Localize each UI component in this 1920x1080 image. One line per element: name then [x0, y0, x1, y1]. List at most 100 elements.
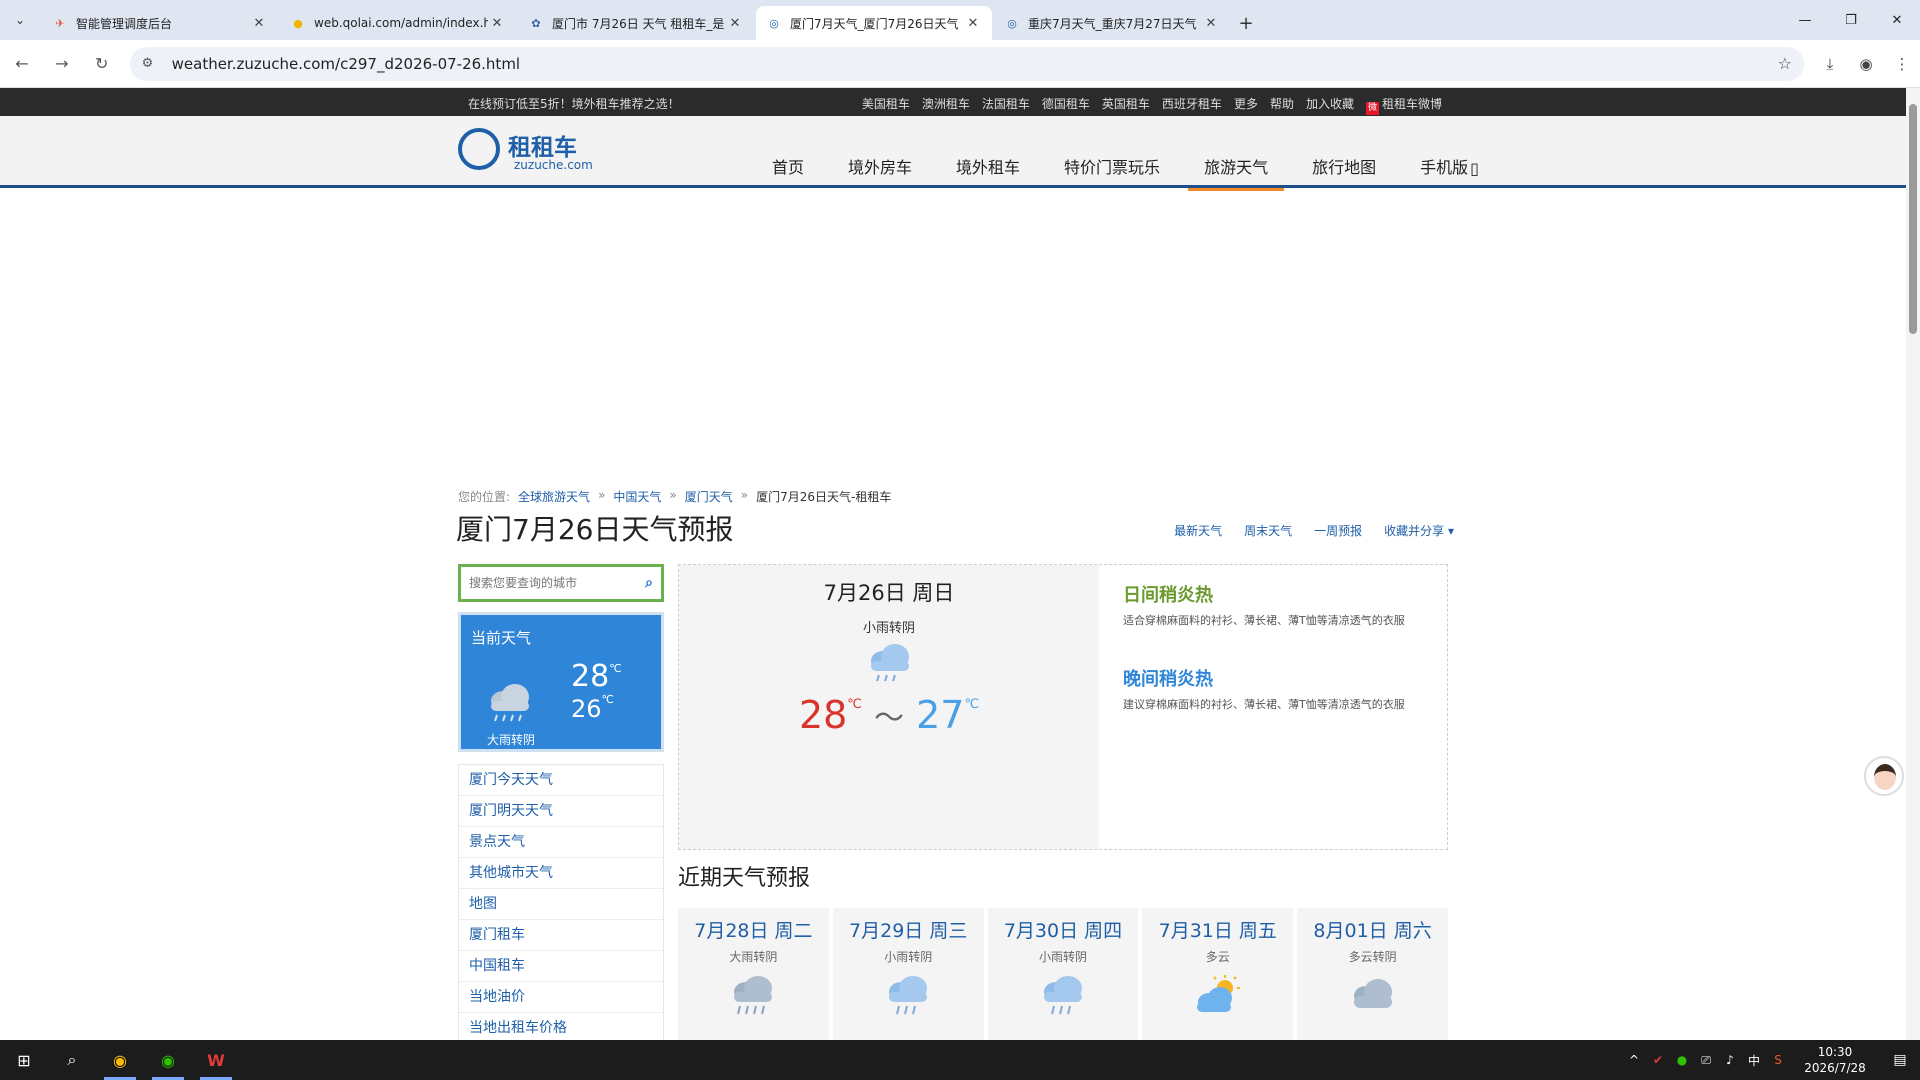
tray-app-icon[interactable]: ✔ — [1646, 1053, 1670, 1067]
download-button[interactable]: ⤓ — [1812, 46, 1848, 82]
close-icon[interactable]: ✕ — [250, 16, 268, 31]
top-link[interactable]: 加入收藏 — [1306, 95, 1354, 115]
nav-item-home[interactable]: 首页 — [750, 116, 826, 188]
clothing-tips: 日间稍炎热 适合穿棉麻面料的衬衫、薄长裙、薄T恤等清凉透气的衣服 晚间稍炎热 建… — [1123, 581, 1413, 749]
breadcrumb-link[interactable]: 全球旅游天气 — [518, 488, 590, 505]
tab-title: 厦门7月天气_厦门7月26日天气 — [790, 16, 959, 31]
latest-weather-link[interactable]: 最新天气 — [1174, 522, 1222, 539]
search-icon[interactable]: ⌕ — [645, 575, 653, 591]
chat-assistant-avatar[interactable] — [1864, 756, 1904, 796]
temp-value: 26 — [571, 695, 602, 723]
close-icon[interactable]: ✕ — [1202, 16, 1220, 31]
avatar-icon — [1874, 764, 1896, 790]
temp-value: 28 — [798, 693, 848, 737]
nav-item-rv[interactable]: 境外房车 — [826, 116, 934, 188]
notification-icon[interactable]: ▤ — [1880, 1052, 1920, 1068]
sun-cloud-icon — [1193, 974, 1243, 1022]
top-link[interactable]: 更多 — [1234, 95, 1258, 115]
taskbar-wechat[interactable]: ◉ — [144, 1040, 192, 1080]
clock-date: 2026/7/28 — [1804, 1061, 1866, 1075]
taskbar-clock[interactable]: 10:30 2026/7/28 — [1790, 1044, 1880, 1076]
week-forecast-link[interactable]: 一周预报 — [1314, 522, 1362, 539]
day-condition: 小雨转阴 — [862, 621, 915, 636]
top-link[interactable]: 帮助 — [1270, 95, 1294, 115]
url-omnibox[interactable]: ⚙ weather.zuzuche.com/c297_d2026-07-26.h… — [129, 46, 1804, 81]
page-scrollbar[interactable] — [1906, 88, 1920, 1040]
start-button[interactable]: ⊞ — [0, 1040, 48, 1080]
side-link[interactable]: 其他城市天气 — [459, 858, 663, 889]
profile-button[interactable]: ◉ — [1848, 46, 1884, 82]
browser-tab[interactable]: ◎ 重庆7月天气_重庆7月27日天气 ✕ — [994, 6, 1230, 40]
day-low-temp: 27℃ — [916, 693, 979, 737]
side-link[interactable]: 地图 — [459, 889, 663, 920]
close-icon[interactable]: ✕ — [964, 16, 982, 31]
bookmark-share-link[interactable]: 收藏并分享 ▾ — [1384, 522, 1454, 539]
forward-button[interactable]: → — [44, 46, 80, 82]
browser-menu-button[interactable]: ⋮ — [1884, 46, 1920, 82]
weekend-weather-link[interactable]: 周末天气 — [1244, 522, 1292, 539]
system-tray: ^ ✔ ● ⎚ ♪ 中 S 10:30 2026/7/28 ▤ — [1622, 1040, 1920, 1080]
bookmark-star-icon[interactable]: ☆ — [1778, 54, 1792, 73]
forecast-day[interactable]: 7月28日 周二 大雨转阴 — [678, 908, 829, 1040]
nav-item-travel-map[interactable]: 旅行地图 — [1290, 116, 1398, 188]
ime-indicator[interactable]: 中 — [1742, 1052, 1766, 1069]
day-high-temp: 28℃ — [799, 693, 862, 737]
nav-item-tickets[interactable]: 特价门票玩乐 — [1042, 116, 1182, 188]
nav-item-weather[interactable]: 旅游天气 — [1182, 116, 1290, 191]
breadcrumb-link[interactable]: 中国天气 — [613, 488, 661, 505]
top-link[interactable]: 美国租车 — [862, 95, 910, 115]
side-link[interactable]: 当地出租车价格 — [459, 1013, 663, 1040]
top-link[interactable]: 西班牙租车 — [1162, 95, 1222, 115]
close-window-button[interactable]: ✕ — [1874, 0, 1920, 40]
reload-button[interactable]: ↻ — [84, 46, 120, 82]
browser-tab[interactable]: ✿ 厦门市 7月26日 天气 租租车_是 ✕ — [518, 6, 754, 40]
promo-text[interactable]: 在线预订低至5折！境外租车推荐之选！ — [468, 95, 680, 112]
url-text[interactable]: weather.zuzuche.com/c297_d2026-07-26.htm… — [172, 55, 1778, 73]
new-tab-button[interactable]: + — [1230, 6, 1262, 40]
forecast-day[interactable]: 7月31日 周五 多云 — [1142, 908, 1294, 1040]
side-link[interactable]: 厦门今天天气 — [459, 765, 663, 796]
browser-tab[interactable]: ● web.qolai.com/admin/index.h ✕ — [280, 6, 516, 40]
browser-tab[interactable]: ✈ 智能管理调度后台 ✕ — [42, 6, 278, 40]
tray-wechat-icon[interactable]: ● — [1670, 1053, 1694, 1067]
breadcrumb: 您的位置: 全球旅游天气 » 中国天气 » 厦门天气 » 厦门7月26日天气-租… — [458, 488, 891, 505]
taskbar-chrome[interactable]: ◉ — [96, 1040, 144, 1080]
taskbar-search-button[interactable]: ⌕ — [48, 1040, 96, 1080]
side-link[interactable]: 当地油价 — [459, 982, 663, 1013]
side-link[interactable]: 景点天气 — [459, 827, 663, 858]
forecast-day[interactable]: 7月29日 周三 小雨转阴 — [832, 908, 984, 1040]
sogou-ime-icon[interactable]: S — [1766, 1053, 1790, 1067]
side-link[interactable]: 中国租车 — [459, 951, 663, 982]
rain-cloud-icon — [485, 681, 535, 729]
network-icon[interactable]: ⎚ — [1694, 1053, 1718, 1068]
close-icon[interactable]: ✕ — [488, 16, 506, 31]
close-icon[interactable]: ✕ — [726, 16, 744, 31]
nav-item-car-rental[interactable]: 境外租车 — [934, 116, 1042, 188]
tray-expand-icon[interactable]: ^ — [1622, 1053, 1646, 1067]
forecast-day[interactable]: 8月01日 周六 多云转阴 — [1297, 908, 1448, 1040]
site-logo[interactable]: 租租车 zuzuche.com — [458, 128, 598, 176]
rain-cloud-icon — [1038, 974, 1088, 1022]
tab-title: 重庆7月天气_重庆7月27日天气 — [1028, 16, 1197, 31]
top-link[interactable]: 德国租车 — [1042, 95, 1090, 115]
top-link[interactable]: 澳洲租车 — [922, 95, 970, 115]
taskbar-wps[interactable]: W — [192, 1040, 240, 1080]
side-link[interactable]: 厦门明天天气 — [459, 796, 663, 827]
minimize-button[interactable]: — — [1782, 0, 1828, 40]
scrollbar-thumb[interactable] — [1909, 104, 1917, 334]
browser-tab-active[interactable]: ◎ 厦门7月天气_厦门7月26日天气 ✕ — [756, 6, 992, 40]
city-search-input[interactable] — [469, 576, 646, 590]
forecast-day[interactable]: 7月30日 周四 小雨转阴 — [987, 908, 1139, 1040]
top-link[interactable]: 英国租车 — [1102, 95, 1150, 115]
breadcrumb-link[interactable]: 厦门天气 — [685, 488, 733, 505]
restore-button[interactable]: ❐ — [1828, 0, 1874, 40]
tab-search-menu-button[interactable]: ⌄ — [0, 0, 40, 40]
site-settings-icon[interactable]: ⚙ — [142, 56, 162, 71]
side-link[interactable]: 厦门租车 — [459, 920, 663, 951]
top-link[interactable]: 法国租车 — [982, 95, 1030, 115]
nav-item-mobile[interactable]: 手机版 ▯ — [1398, 116, 1501, 188]
volume-icon[interactable]: ♪ — [1718, 1053, 1742, 1067]
night-tip-text: 建议穿棉麻面料的衬衫、薄长裙、薄T恤等清凉透气的衣服 — [1123, 698, 1405, 711]
weibo-link[interactable]: 微租租车微博 — [1365, 95, 1442, 115]
back-button[interactable]: ← — [4, 46, 40, 82]
